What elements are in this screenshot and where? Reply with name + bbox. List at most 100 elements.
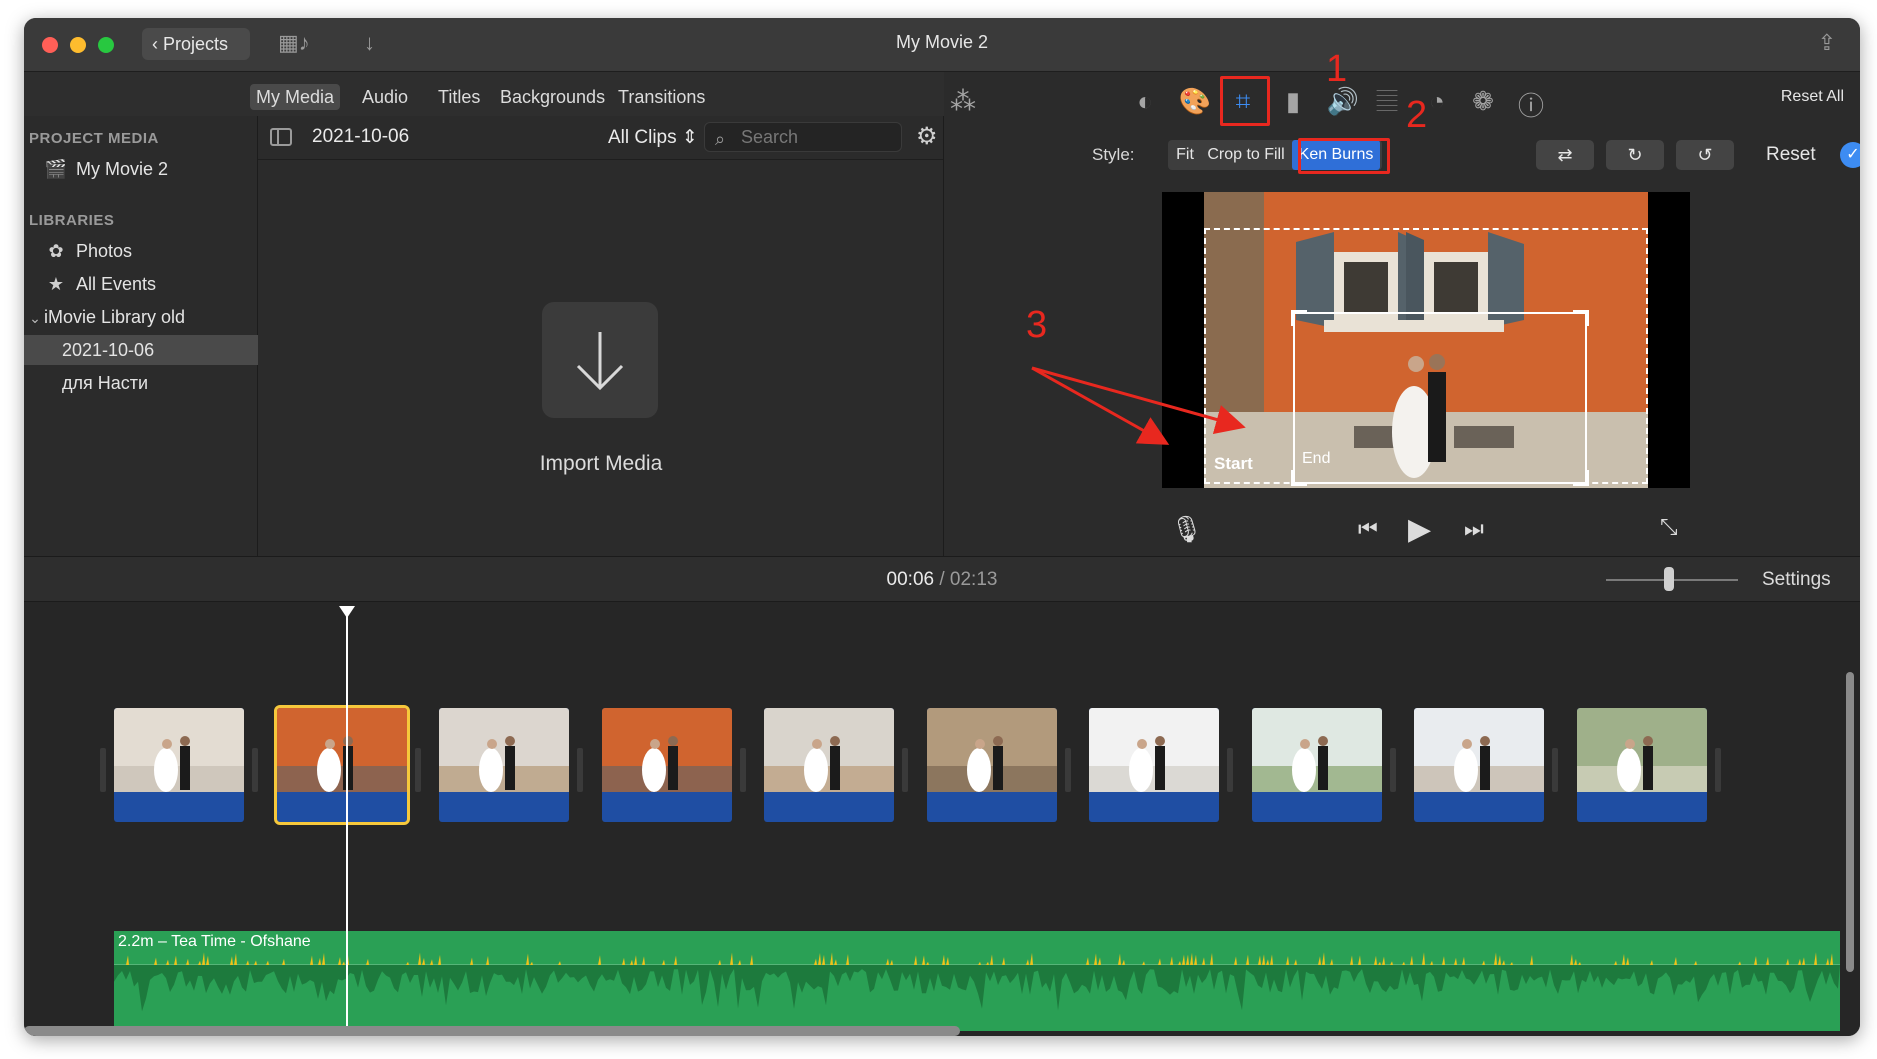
magic-wand-icon[interactable]: ⁂ (946, 86, 980, 117)
horizontal-scrollbar[interactable] (24, 1026, 960, 1036)
timeline-clip[interactable] (1576, 708, 1707, 822)
timeline-clip[interactable] (764, 708, 894, 822)
sidebar-item-event-2021-10-06[interactable]: 2021-10-06 (24, 335, 258, 365)
style-fit-button[interactable]: Fit (1170, 140, 1200, 170)
clips-filter-select[interactable]: All Clips ⇕ (608, 126, 698, 149)
clip-gap (577, 748, 583, 792)
annotation-2: 2 (1406, 94, 1428, 136)
microphone-icon[interactable]: 🎙 (1170, 514, 1203, 545)
fullscreen-icon[interactable]: ⤡ (1660, 514, 1678, 540)
skip-forward-icon[interactable]: ⏭ (1464, 516, 1484, 542)
play-icon[interactable]: ▶ (1408, 512, 1431, 547)
star-icon: ★ (47, 274, 65, 294)
share-icon[interactable]: ⇪ (1818, 30, 1836, 56)
audio-clip[interactable]: 2.2m – Tea Time - Ofshane (114, 931, 1840, 1031)
color-balance-icon[interactable]: ◐ (1128, 86, 1162, 117)
tab-transitions[interactable]: Transitions (612, 84, 711, 110)
libraries-heading: LIBRARIES (29, 212, 115, 229)
annotation-arrows (1031, 366, 1246, 445)
search-icon: ⌕ (715, 129, 726, 149)
sidebar-toggle-icon[interactable] (270, 128, 292, 146)
color-correction-icon[interactable]: 🎨 (1178, 86, 1212, 117)
sidebar-item-photos[interactable]: ✿ Photos (24, 236, 258, 266)
tab-titles[interactable]: Titles (432, 84, 486, 110)
equalizer-icon[interactable]: 𝄚 (1370, 86, 1404, 118)
playhead[interactable] (346, 614, 348, 1034)
clip-thumbnail (1576, 708, 1707, 792)
timeline-clip[interactable] (114, 708, 244, 822)
timeline-clip[interactable] (273, 705, 410, 825)
import-media-label: Import Media (539, 452, 663, 475)
ken-burns-end-frame[interactable] (1291, 310, 1589, 486)
clip-filter-icon[interactable]: ❁ (1466, 86, 1500, 117)
clip-gap (1714, 748, 1721, 792)
clip-gap (1552, 748, 1558, 792)
clip-gap (414, 748, 421, 792)
chevron-down-icon: ⌄ (29, 310, 41, 326)
sidebar-item-all-events[interactable]: ★ All Events (24, 269, 258, 299)
tab-my-media[interactable]: My Media (250, 84, 341, 110)
reset-button[interactable]: Reset (1766, 144, 1816, 166)
timeline-clip[interactable] (1414, 708, 1544, 822)
sidebar-item-event-nastya[interactable]: для Насти (24, 368, 258, 398)
skip-back-icon[interactable]: ⏮ (1358, 516, 1378, 542)
timeline[interactable]: 2.2m – Tea Time - Ofshane (24, 602, 1860, 1036)
gear-icon[interactable]: ⚙ (916, 122, 938, 151)
clip-thumbnail (601, 708, 732, 792)
annotation-box-crop (1220, 76, 1270, 126)
clip-thumbnail (276, 708, 407, 792)
end-frame-label: End (1302, 450, 1331, 467)
info-icon[interactable]: ⓘ (1514, 86, 1548, 123)
resize-handle[interactable] (1291, 310, 1307, 326)
playback-controls: 🎙 ⏮ ▶ ⏭ ⤡ (944, 512, 1860, 552)
tab-audio[interactable]: Audio (356, 84, 414, 110)
clip-gap (1389, 748, 1396, 792)
style-crop-to-fill-button[interactable]: Crop to Fill (1202, 140, 1290, 170)
timecode-bar: 00:06 / 02:13 Settings (24, 556, 1860, 602)
sidebar-item-project[interactable]: 🎬 My Movie 2 (24, 154, 258, 184)
sidebar-item-library[interactable]: ⌄ iMovie Library old (24, 302, 258, 332)
clip-thumbnail (1251, 708, 1382, 792)
clip-thumbnail (114, 708, 244, 792)
updown-chevron-icon: ⇕ (681, 127, 698, 148)
annotation-3: 3 (1026, 304, 1048, 346)
resize-handle[interactable] (1573, 310, 1589, 326)
annotation-1: 1 (1326, 48, 1348, 90)
clip-gap (1064, 748, 1071, 792)
clip-gap (902, 748, 908, 792)
adjustment-toolbar: ⁂ ◐ 🎨 ⌗ ▮ 🔊 𝄚 ◔ ❁ ⓘ Reset All (944, 72, 1860, 128)
photos-icon: ✿ (48, 241, 64, 261)
media-browser: 2021-10-06 All Clips ⇕ ⌕ Search ⚙ Import… (258, 116, 944, 556)
imovie-window: ‹ Projects ▦♪ ↓ My Movie 2 ⇪ My Media Au… (24, 18, 1860, 1036)
reset-all-button[interactable]: Reset All (1781, 88, 1844, 106)
search-input[interactable]: ⌕ Search (704, 122, 902, 152)
timeline-clip[interactable] (1089, 708, 1219, 822)
apply-checkmark-icon[interactable]: ✓ (1840, 142, 1860, 168)
timeline-clip[interactable] (601, 708, 732, 822)
timeline-clip[interactable] (926, 708, 1057, 822)
timeline-clip[interactable] (439, 708, 569, 822)
zoom-slider-knob[interactable] (1664, 567, 1674, 591)
window-title: My Movie 2 (895, 32, 989, 52)
timeline-settings-button[interactable]: Settings (1762, 569, 1831, 591)
resize-handle[interactable] (1573, 470, 1589, 486)
clip-thumbnail (439, 708, 569, 792)
video-preview[interactable]: Start End (1162, 192, 1690, 488)
import-media-button[interactable] (542, 302, 658, 418)
style-label: Style: (1092, 145, 1135, 164)
project-media-heading: PROJECT MEDIA (29, 130, 159, 147)
title-bar: ‹ Projects ▦♪ ↓ My Movie 2 ⇪ (24, 18, 1860, 72)
vertical-scrollbar[interactable] (1846, 672, 1854, 972)
viewer-panel: ⁂ ◐ 🎨 ⌗ ▮ 🔊 𝄚 ◔ ❁ ⓘ Reset All 1 Style: F… (944, 48, 1860, 556)
rotate-clockwise-icon[interactable]: ↻ (1606, 140, 1664, 170)
tab-backgrounds[interactable]: Backgrounds (494, 84, 611, 110)
clip-gap (100, 748, 106, 792)
resize-handle[interactable] (1291, 470, 1307, 486)
stabilization-icon[interactable]: ▮ (1276, 86, 1310, 117)
browser-toolbar: 2021-10-06 All Clips ⇕ ⌕ Search ⚙ (258, 116, 943, 160)
rotate-counterclockwise-icon[interactable]: ↺ (1676, 140, 1734, 170)
timeline-clip[interactable] (1251, 708, 1382, 822)
swap-start-end-icon[interactable]: ⇄ (1536, 140, 1594, 170)
import-down-arrow-icon (576, 332, 624, 391)
clip-gap (739, 748, 746, 792)
